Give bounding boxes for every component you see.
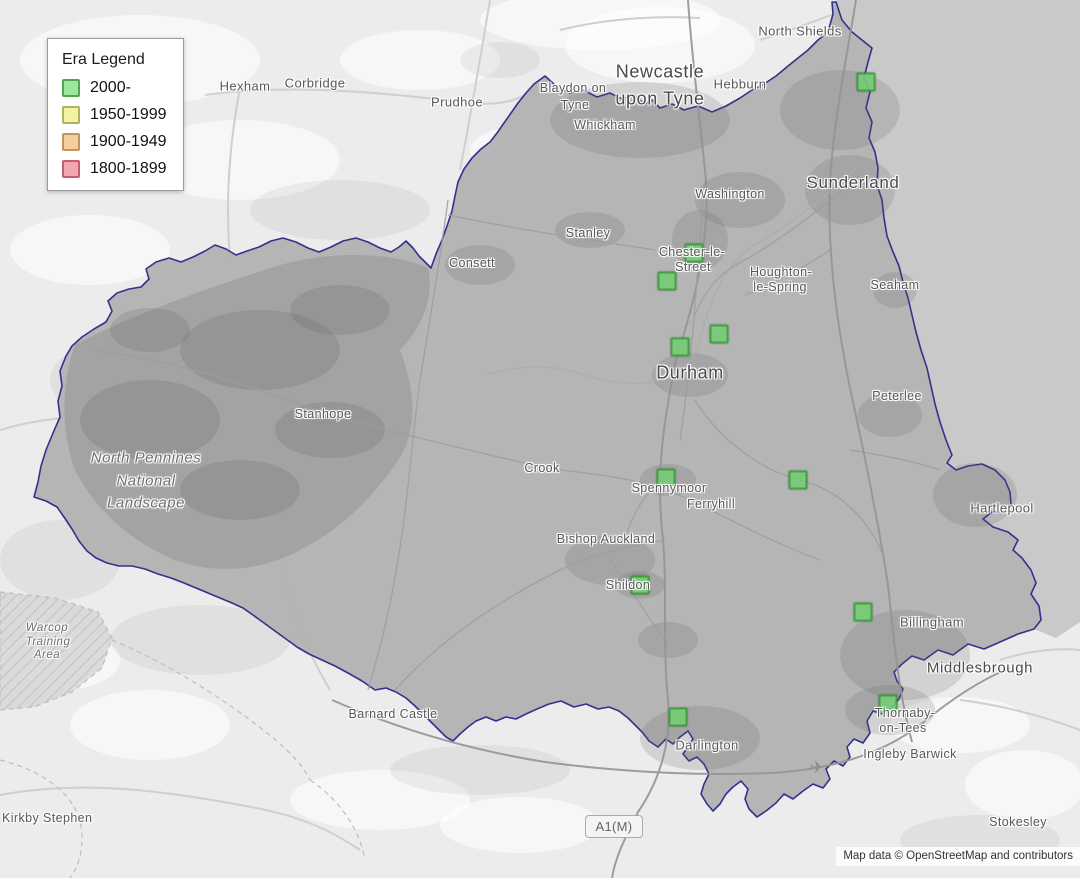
- era-marker[interactable]: [685, 244, 704, 263]
- legend-items: 2000- 1950-1999 1900-1949 1800-1899: [62, 78, 167, 178]
- era-marker[interactable]: [657, 469, 676, 488]
- era-marker[interactable]: [857, 73, 876, 92]
- era-marker[interactable]: [789, 471, 808, 490]
- map-attribution: Map data © OpenStreetMap and contributor…: [836, 847, 1080, 866]
- era-marker[interactable]: [671, 338, 690, 357]
- legend-swatch-icon: [62, 160, 80, 178]
- legend-swatch-icon: [62, 133, 80, 151]
- era-marker[interactable]: [710, 325, 729, 344]
- era-marker[interactable]: [879, 695, 898, 714]
- road-badge-a1m: A1(M): [585, 815, 643, 838]
- legend-item-label: 1900-1949: [90, 133, 167, 151]
- legend-item-label: 2000-: [90, 79, 131, 97]
- era-legend: Era Legend 2000- 1950-1999 1900-1949 1800-1…: [47, 38, 184, 191]
- legend-item-label: 1950-1999: [90, 106, 167, 124]
- era-marker[interactable]: [854, 603, 873, 622]
- era-marker[interactable]: [658, 272, 677, 291]
- legend-item: 2000-: [62, 78, 167, 97]
- legend-item: 1900-1949: [62, 132, 167, 151]
- legend-swatch-icon: [62, 106, 80, 124]
- legend-item: 1950-1999: [62, 105, 167, 124]
- legend-swatch-icon: [62, 79, 80, 97]
- era-marker[interactable]: [669, 708, 688, 727]
- airport-icon: ✈: [810, 758, 824, 778]
- map-canvas[interactable]: Newcastleupon TyneSunderlandDurhamMiddle…: [0, 0, 1080, 878]
- legend-item-label: 1800-1899: [90, 160, 167, 178]
- legend-title: Era Legend: [62, 51, 167, 69]
- legend-item: 1800-1899: [62, 159, 167, 178]
- era-marker[interactable]: [631, 576, 650, 595]
